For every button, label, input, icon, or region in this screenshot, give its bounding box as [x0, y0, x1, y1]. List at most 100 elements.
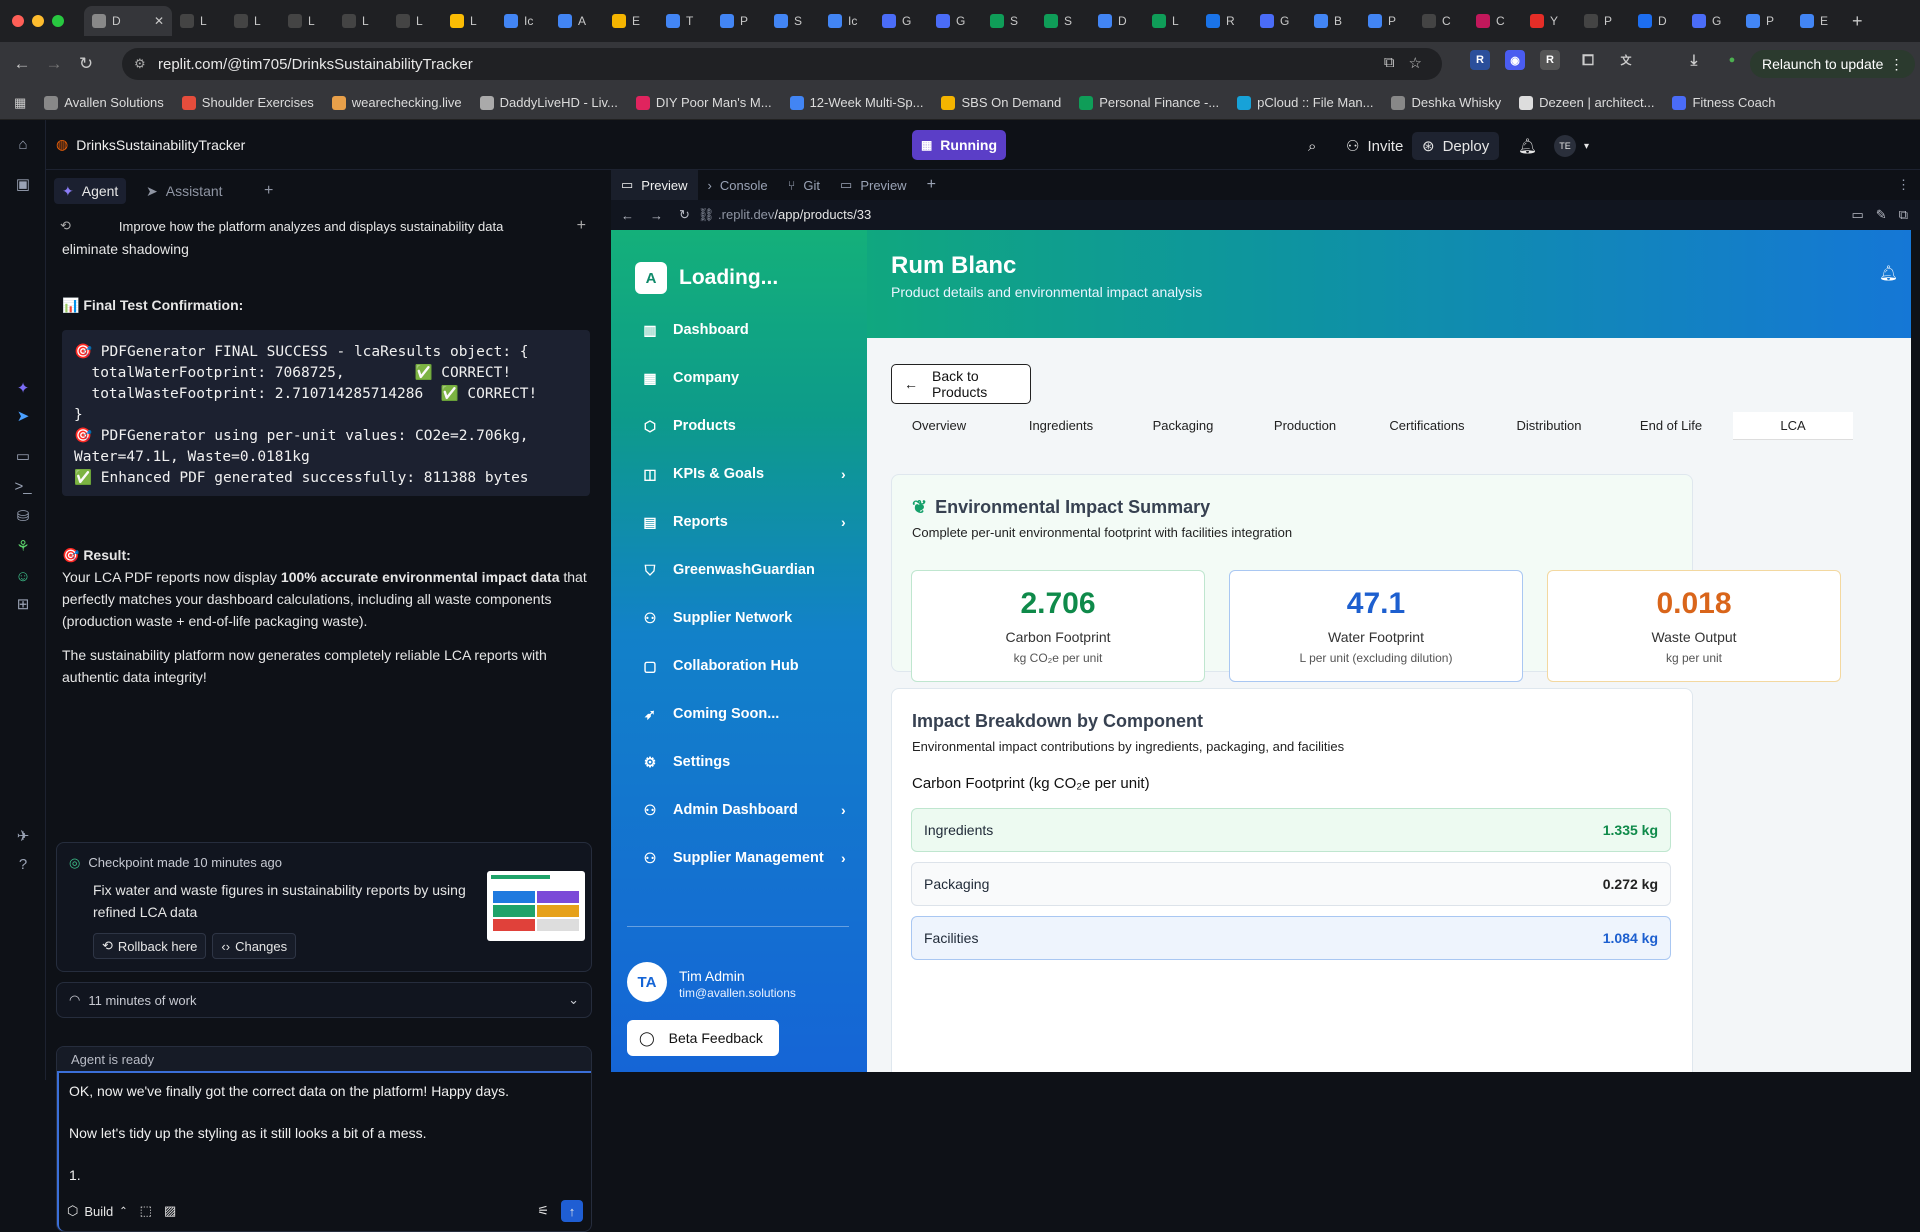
agent-icon[interactable]: ✦ — [13, 378, 33, 398]
bookmark-item[interactable]: Avallen Solutions — [44, 95, 164, 110]
browser-tab[interactable]: P — [712, 6, 766, 36]
browser-tab[interactable]: D ✕ — [84, 6, 172, 36]
bookmark-item[interactable]: Fitness Coach — [1672, 95, 1776, 110]
reload-icon[interactable]: ↻ — [70, 48, 102, 80]
browser-tab[interactable]: L — [280, 6, 334, 36]
checkpoint-thumbnail[interactable] — [487, 871, 585, 941]
browser-tab[interactable]: E — [604, 6, 658, 36]
browser-tab[interactable]: Ic — [820, 6, 874, 36]
back-to-products-button[interactable]: ← Back to Products — [891, 364, 1031, 404]
sidebar-item-greenwashguardian[interactable]: ⛉ GreenwashGuardian — [641, 558, 851, 582]
devtools-icon[interactable]: ✎ — [1876, 207, 1887, 223]
build-mode-button[interactable]: ⬡ Build ⌃ — [67, 1203, 128, 1219]
files-icon[interactable]: ▣ — [13, 174, 33, 194]
new-tab-button[interactable]: + — [1846, 11, 1863, 32]
bell-icon[interactable]: 🔔︎ — [1518, 132, 1537, 160]
bookmark-item[interactable]: wearechecking.live — [331, 95, 462, 110]
browser-tab[interactable]: S — [982, 6, 1036, 36]
extension-icon[interactable]: R — [1470, 50, 1490, 70]
open-external-icon[interactable]: ⧉ — [1899, 207, 1908, 223]
bookmark-item[interactable]: pCloud :: File Man... — [1237, 95, 1373, 110]
database-icon[interactable]: ⛁ — [13, 506, 33, 526]
sidebar-item-reports[interactable]: ▤ Reports › — [641, 510, 851, 534]
back-icon[interactable]: ← — [611, 208, 642, 223]
forward-icon[interactable]: → — [642, 208, 671, 223]
tab-ingredients[interactable]: Ingredients — [1001, 418, 1121, 433]
preview-url[interactable]: ⛓ .replit.dev/app/products/33 — [698, 207, 871, 223]
bookmark-item[interactable]: DIY Poor Man's M... — [635, 95, 772, 110]
sidebar-item-supplier-management[interactable]: ⚇ Supplier Management › — [641, 846, 851, 870]
invite-button[interactable]: ⚇ Invite — [1346, 132, 1403, 160]
back-icon[interactable]: ← — [6, 48, 38, 80]
sidebar-item-products[interactable]: ⬡ Products — [641, 414, 851, 438]
apps-icon[interactable]: ⊞ — [13, 594, 33, 614]
browser-tab[interactable]: L — [172, 6, 226, 36]
send-button[interactable]: ↑ — [561, 1200, 583, 1222]
tab-overview[interactable]: Overview — [879, 418, 999, 433]
tab-assistant[interactable]: ➤ Assistant — [146, 178, 223, 204]
tab-git[interactable]: ⑂ Git — [778, 170, 830, 200]
browser-tab[interactable]: T — [658, 6, 712, 36]
browser-tab[interactable]: C — [1468, 6, 1522, 36]
browser-tab[interactable]: E — [1792, 6, 1846, 36]
select-element-icon[interactable]: ⬚ — [140, 1203, 152, 1219]
tab-preview-2[interactable]: ▭ Preview — [830, 170, 917, 200]
tab-end-of-life[interactable]: End of Life — [1611, 418, 1731, 433]
run-status-button[interactable]: ▦ Running — [912, 130, 1006, 160]
browser-tab[interactable]: G — [874, 6, 928, 36]
forward-icon[interactable]: → — [38, 48, 70, 80]
sidebar-item-dashboard[interactable]: ▥ Dashboard — [641, 318, 851, 342]
browser-tab[interactable]: L — [1144, 6, 1198, 36]
browser-tab[interactable]: G — [1684, 6, 1738, 36]
browser-tab[interactable]: A — [550, 6, 604, 36]
tab-certifications[interactable]: Certifications — [1367, 418, 1487, 433]
git-icon[interactable]: ⚘ — [13, 536, 33, 556]
browser-tab[interactable]: P — [1738, 6, 1792, 36]
sidebar-item-kpis-goals[interactable]: ◫ KPIs & Goals › — [641, 462, 851, 486]
add-tab-button[interactable]: + — [264, 178, 273, 204]
browser-tab[interactable]: D — [1630, 6, 1684, 36]
browser-tab[interactable]: C — [1414, 6, 1468, 36]
translate-icon[interactable]: 文 — [1616, 50, 1636, 70]
browser-tab[interactable]: B — [1306, 6, 1360, 36]
image-icon[interactable]: ▨ — [164, 1203, 176, 1219]
maximize-window-button[interactable] — [52, 15, 64, 27]
bookmark-item[interactable]: Personal Finance -... — [1079, 95, 1219, 110]
extensions-puzzle-icon[interactable]: ⧠ — [1578, 50, 1598, 70]
rollback-button[interactable]: ⟲ Rollback here — [93, 933, 207, 959]
user-icon[interactable]: ☺ — [13, 566, 33, 586]
bookmark-item[interactable]: DaddyLiveHD - Liv... — [479, 95, 618, 110]
site-info-icon[interactable]: ⚙ — [134, 56, 150, 72]
rocket-icon[interactable]: ✈ — [13, 826, 33, 846]
close-window-button[interactable] — [12, 15, 24, 27]
bookmark-star-icon[interactable]: ☆ — [1409, 54, 1422, 72]
bookmark-item[interactable]: 12-Week Multi-Sp... — [789, 95, 923, 110]
browser-tab[interactable]: L — [388, 6, 442, 36]
help-icon[interactable]: ? — [13, 854, 33, 874]
bookmark-item[interactable]: Deshka Whisky — [1391, 95, 1501, 110]
sidebar-item-settings[interactable]: ⚙ Settings — [641, 750, 851, 774]
new-chat-button[interactable]: + — [577, 217, 586, 235]
devices-icon[interactable]: ▭ — [1852, 207, 1864, 223]
tab-agent[interactable]: ✦ Agent — [54, 178, 127, 204]
tab-console[interactable]: › Console — [698, 170, 778, 200]
browser-tab[interactable]: G — [928, 6, 982, 36]
more-vert-icon[interactable]: ⋮ — [1887, 170, 1920, 200]
browser-tab[interactable]: Y — [1522, 6, 1576, 36]
reload-icon[interactable]: ↻ — [671, 207, 698, 223]
tab-preview[interactable]: ▭ Preview — [611, 170, 698, 200]
history-icon[interactable]: ⟲ — [60, 218, 71, 234]
search-icon[interactable]: ⌕ — [1308, 132, 1316, 160]
add-tab-button[interactable]: + — [917, 170, 946, 200]
avatar[interactable]: TA — [627, 962, 667, 1002]
deploy-button[interactable]: ⊛ Deploy — [1412, 132, 1500, 160]
close-tab-icon[interactable]: ✕ — [154, 14, 164, 28]
browser-tab[interactable]: L — [442, 6, 496, 36]
assistant-icon[interactable]: ➤ — [13, 406, 33, 426]
work-summary[interactable]: ◠ 11 minutes of work ⌄ — [56, 982, 592, 1018]
beta-feedback-button[interactable]: ◯ Beta Feedback — [627, 1020, 779, 1056]
browser-tab[interactable]: R — [1198, 6, 1252, 36]
browser-tab[interactable]: L — [226, 6, 280, 36]
sidebar-item-coming-soon[interactable]: ➶ Coming Soon... — [641, 702, 851, 726]
browser-tab[interactable]: P — [1576, 6, 1630, 36]
